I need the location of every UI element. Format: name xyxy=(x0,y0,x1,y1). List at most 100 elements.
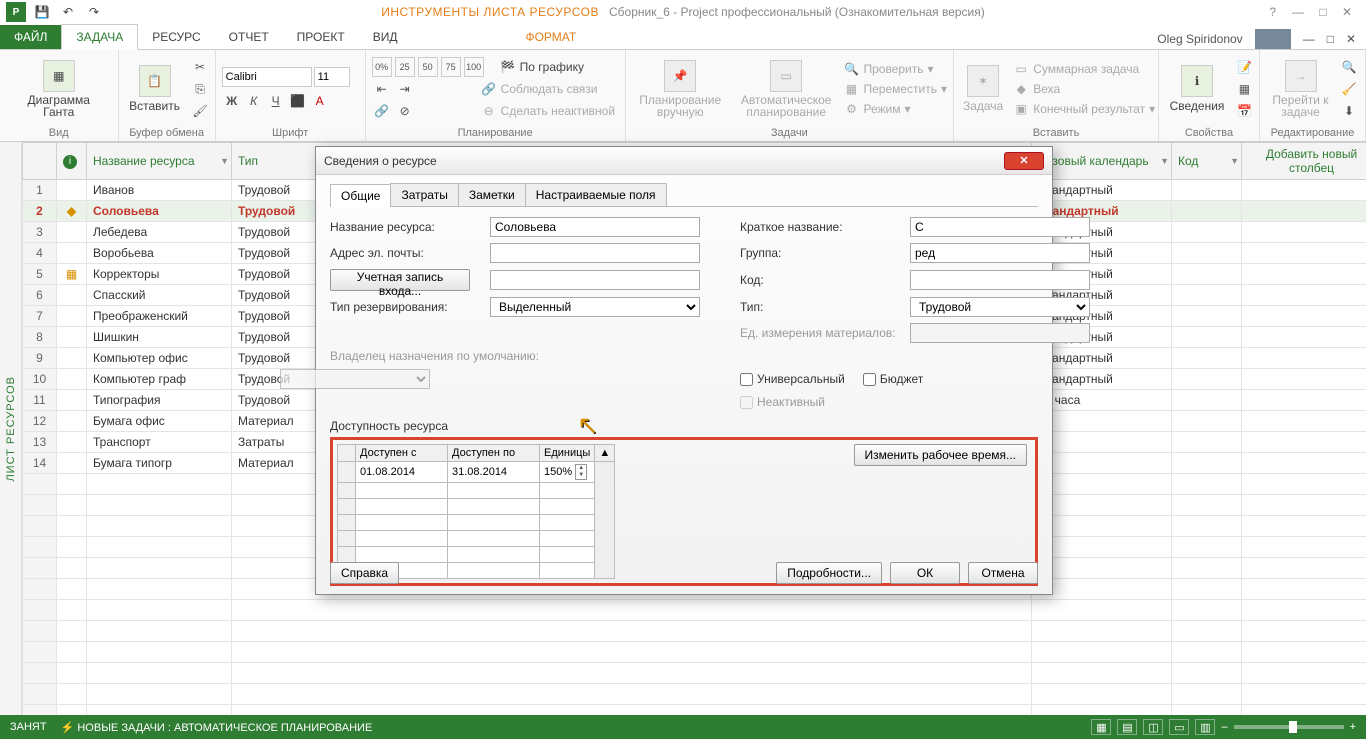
input-email[interactable] xyxy=(490,243,700,263)
outdent-icon[interactable]: ⇤ xyxy=(372,79,392,99)
avail-to[interactable]: 31.08.2014 xyxy=(448,462,540,483)
dropdown-icon[interactable]: ▼ xyxy=(220,156,229,166)
tab-file[interactable]: ФАЙЛ xyxy=(0,25,61,49)
avail-scroll-up[interactable]: ▲ xyxy=(595,445,615,462)
cancel-button[interactable]: Отмена xyxy=(968,562,1038,584)
respect-links-button[interactable]: 🔗Соблюдать связи xyxy=(481,80,598,98)
avail-col-from[interactable]: Доступен с xyxy=(356,445,448,462)
save-icon[interactable]: 💾 xyxy=(32,2,52,22)
chk-universal[interactable]: Универсальный xyxy=(740,372,845,386)
tab-costs[interactable]: Затраты xyxy=(390,183,458,206)
indent-icon[interactable]: ⇥ xyxy=(395,79,415,99)
italic-icon[interactable]: К xyxy=(244,91,264,111)
cell-addcol[interactable] xyxy=(1242,327,1366,348)
pct50-icon[interactable]: 50 xyxy=(418,57,438,77)
cell-code[interactable] xyxy=(1172,411,1242,432)
details-icon[interactable]: ▦ xyxy=(1234,79,1254,99)
cell-code[interactable] xyxy=(1172,180,1242,201)
login-button[interactable]: Учетная запись входа... xyxy=(330,269,470,291)
cell-name[interactable]: Лебедева xyxy=(87,222,232,243)
info-button[interactable]: ℹСведения xyxy=(1164,63,1231,115)
input-short[interactable] xyxy=(910,217,1090,237)
font-name-select[interactable] xyxy=(222,67,312,87)
view-calendar-icon[interactable]: ▭ xyxy=(1169,719,1189,735)
deliverable-button[interactable]: ▣Конечный результат ▾ xyxy=(1013,100,1155,118)
link-tasks-icon[interactable]: 🔗 xyxy=(372,101,392,121)
row-number[interactable]: 13 xyxy=(23,432,57,453)
dialog-close-button[interactable]: ✕ xyxy=(1004,152,1044,170)
header-addcol[interactable]: Добавить новый столбец xyxy=(1242,143,1366,180)
tab-notes[interactable]: Заметки xyxy=(458,183,526,206)
cell-addcol[interactable] xyxy=(1242,264,1366,285)
cell-addcol[interactable] xyxy=(1242,369,1366,390)
row-number[interactable]: 12 xyxy=(23,411,57,432)
row-number[interactable]: 7 xyxy=(23,306,57,327)
cell-code[interactable] xyxy=(1172,264,1242,285)
make-inactive-button[interactable]: ⊖Сделать неактивной xyxy=(481,102,615,120)
table-row-empty[interactable] xyxy=(23,621,1366,642)
user-name[interactable]: Oleg Spiridonov xyxy=(1157,32,1242,46)
avail-row-empty[interactable] xyxy=(338,483,615,499)
task-button[interactable]: ✶Задача xyxy=(957,63,1009,115)
cell-name[interactable]: Воробьева xyxy=(87,243,232,264)
cell-name[interactable]: Бумага офис xyxy=(87,411,232,432)
zoom-out-icon[interactable]: – xyxy=(1221,721,1227,733)
ribbon-minimize-icon[interactable]: — xyxy=(1303,32,1315,46)
avail-units[interactable]: 150% ▲▼ xyxy=(540,462,595,483)
select-type[interactable]: Трудовой xyxy=(910,297,1090,317)
cell-addcol[interactable] xyxy=(1242,390,1366,411)
tab-view[interactable]: ВИД xyxy=(359,25,412,49)
tab-format[interactable]: ФОРМАТ xyxy=(511,25,590,49)
avail-scrollbar[interactable] xyxy=(595,462,615,579)
avail-row-empty[interactable] xyxy=(338,547,615,563)
cell-addcol[interactable] xyxy=(1242,243,1366,264)
check-button[interactable]: 🔍Проверить ▾ xyxy=(843,60,947,78)
cut-icon[interactable]: ✂ xyxy=(190,57,210,77)
undo-icon[interactable]: ↶ xyxy=(58,2,78,22)
minimize-icon[interactable]: — xyxy=(1286,5,1310,19)
row-number[interactable]: 4 xyxy=(23,243,57,264)
by-schedule-button[interactable]: 🏁По графику xyxy=(500,58,584,76)
tab-custom[interactable]: Настраиваемые поля xyxy=(525,183,667,206)
clear-icon[interactable]: 🧹 xyxy=(1339,79,1359,99)
cell-code[interactable] xyxy=(1172,348,1242,369)
zoom-in-icon[interactable]: + xyxy=(1350,721,1356,733)
table-row-empty[interactable] xyxy=(23,705,1366,716)
gantt-button[interactable]: ▦ Диаграмма Ганта xyxy=(6,58,112,120)
cell-addcol[interactable] xyxy=(1242,411,1366,432)
cell-name[interactable]: Преображенский xyxy=(87,306,232,327)
cell-addcol[interactable] xyxy=(1242,285,1366,306)
avail-row-empty[interactable] xyxy=(338,499,615,515)
milestone-button[interactable]: ◆Веха xyxy=(1013,80,1155,98)
select-booking[interactable]: Выделенный xyxy=(490,297,700,317)
avail-col-units[interactable]: Единицы xyxy=(540,445,595,462)
move-button[interactable]: ▦Переместить ▾ xyxy=(843,80,947,98)
view-gantt-icon[interactable]: ▦ xyxy=(1091,719,1111,735)
tab-project[interactable]: ПРОЕКТ xyxy=(283,25,359,49)
dialog-titlebar[interactable]: Сведения о ресурсе ✕ xyxy=(316,147,1052,175)
tab-resource[interactable]: РЕСУРС xyxy=(138,25,214,49)
details-button[interactable]: Подробности... xyxy=(776,562,882,584)
avail-row-empty[interactable] xyxy=(338,515,615,531)
dropdown-icon[interactable]: ▼ xyxy=(1160,156,1169,166)
input-resname[interactable] xyxy=(490,217,700,237)
pct0-icon[interactable]: 0% xyxy=(372,57,392,77)
change-time-button[interactable]: Изменить рабочее время... xyxy=(854,444,1028,466)
cell-name[interactable]: Шишкин xyxy=(87,327,232,348)
avail-row-empty[interactable] xyxy=(338,531,615,547)
table-row-empty[interactable] xyxy=(23,600,1366,621)
bold-icon[interactable]: Ж xyxy=(222,91,242,111)
notes-icon[interactable]: 📝 xyxy=(1234,57,1254,77)
dropdown-icon[interactable]: ▼ xyxy=(1230,156,1239,166)
cell-name[interactable]: Корректоры xyxy=(87,264,232,285)
cell-addcol[interactable] xyxy=(1242,306,1366,327)
cell-code[interactable] xyxy=(1172,201,1242,222)
cell-addcol[interactable] xyxy=(1242,432,1366,453)
view-usage-icon[interactable]: ▤ xyxy=(1117,719,1137,735)
row-number[interactable]: 10 xyxy=(23,369,57,390)
cell-name[interactable]: Соловьева xyxy=(87,201,232,222)
view-network-icon[interactable]: ◫ xyxy=(1143,719,1163,735)
row-number[interactable]: 2 xyxy=(23,201,57,222)
cell-addcol[interactable] xyxy=(1242,348,1366,369)
tab-task[interactable]: ЗАДАЧА xyxy=(61,24,138,50)
